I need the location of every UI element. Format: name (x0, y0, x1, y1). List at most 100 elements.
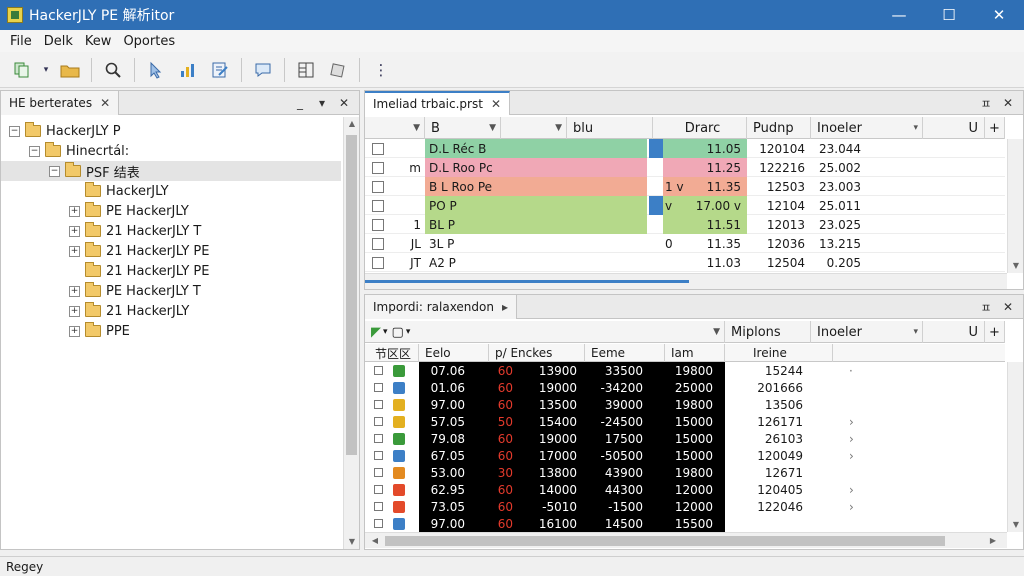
table-row[interactable]: m D.L Roo Pc 11.25 122216 25.002 (365, 158, 1005, 177)
expand-icon[interactable]: + (69, 305, 80, 317)
filter-icon[interactable]: ◤ (371, 325, 381, 340)
edit-icon[interactable] (207, 57, 233, 83)
expand-icon[interactable]: + (69, 205, 80, 217)
collapse-icon[interactable]: − (9, 125, 20, 137)
table-row[interactable]: 53.00 30 13800 43900 19800 12671 (365, 464, 1005, 481)
chevron-down-icon[interactable]: ▾ (406, 327, 411, 337)
row-checkbox[interactable] (373, 485, 383, 494)
column-iam[interactable]: Iam (665, 344, 725, 362)
scroll-thumb[interactable] (385, 536, 945, 546)
tree-node[interactable]: + PE HackerJLY T (1, 281, 341, 301)
scroll-down-icon[interactable]: ▼ (1008, 259, 1024, 273)
row-checkbox[interactable] (372, 237, 384, 250)
column-u[interactable]: U (923, 321, 985, 343)
scroll-thumb[interactable] (346, 135, 357, 455)
table-row[interactable]: 07.06 60 13900 33500 19800 15244 · (365, 362, 1005, 379)
minimize-button[interactable]: — (874, 0, 924, 30)
table-row[interactable]: JL 3L P 0 11.35 12036 13.215 (365, 234, 1005, 253)
bottom-grid-hscrollbar[interactable]: ◀ ▶ (365, 532, 1007, 548)
tree-scrollbar[interactable]: ▲ ▼ (343, 117, 359, 549)
scroll-right-icon[interactable]: ▶ (985, 534, 1001, 548)
row-expand-icon[interactable]: · (849, 362, 861, 379)
row-checkbox[interactable] (372, 256, 384, 269)
menu-view[interactable]: Kew (79, 34, 118, 49)
menu-file[interactable]: File (4, 34, 38, 49)
expand-icon[interactable]: + (69, 325, 80, 337)
collapse-icon[interactable]: − (29, 145, 40, 157)
more-icon[interactable]: ⋮ (368, 57, 394, 83)
column-inoeler[interactable]: Inoeler ▾ (811, 321, 923, 343)
scroll-left-icon[interactable]: ◀ (367, 534, 383, 548)
column-enckes[interactable]: p/ Enckes (489, 344, 585, 362)
menu-options[interactable]: Oportes (117, 34, 181, 49)
column-u[interactable]: U (923, 117, 985, 139)
column-blu[interactable]: blu (567, 117, 653, 139)
row-expand-icon[interactable]: › (849, 413, 861, 430)
row-checkbox[interactable] (372, 180, 384, 193)
close-panel-icon[interactable]: ✕ (333, 96, 355, 110)
chart-icon[interactable] (175, 57, 201, 83)
column-filter[interactable]: ▼ (501, 117, 567, 139)
close-button[interactable]: ✕ (974, 0, 1024, 30)
row-expand-icon[interactable]: › (849, 447, 861, 464)
table-row[interactable]: 57.05 50 15400 -24500 15000 126171 › (365, 413, 1005, 430)
column-eeme[interactable]: Eeme (585, 344, 665, 362)
table-row[interactable]: 1 BL P 11.51 12013 23.025 (365, 215, 1005, 234)
table-row[interactable]: 73.05 60 -5010 -1500 12000 122046 › (365, 498, 1005, 515)
close-icon[interactable]: ✕ (100, 96, 110, 110)
table-row[interactable]: 62.95 60 14000 44300 12000 120405 › (365, 481, 1005, 498)
table-row[interactable]: PO Pv 17.00 v 12104 25.011 (365, 196, 1005, 215)
column-drarc[interactable]: Drarc (653, 117, 747, 139)
column-section[interactable]: 节区区 (369, 344, 419, 362)
tree-node[interactable]: HackerJLY (1, 181, 341, 201)
row-checkbox[interactable] (373, 366, 383, 375)
column-inoeler[interactable]: Inoeler ▾ (811, 117, 923, 139)
row-checkbox[interactable] (373, 434, 383, 443)
row-checkbox[interactable] (373, 417, 383, 426)
tab-structure[interactable]: HE berterates ✕ (1, 90, 120, 115)
row-checkbox[interactable] (372, 142, 384, 155)
table-row[interactable]: 97.00 60 16100 14500 15500 (365, 515, 1005, 532)
filter-toolbar[interactable]: ◤ ▾ ▢ ▾ ▼ (365, 321, 725, 343)
row-expand-icon[interactable] (849, 396, 861, 413)
search-icon[interactable] (100, 57, 126, 83)
pointer-icon[interactable] (143, 57, 169, 83)
column-eelo[interactable]: Eelo (419, 344, 489, 362)
table-row[interactable]: 67.05 60 17000 -50500 15000 120049 › (365, 447, 1005, 464)
bottom-grid-scrollbar[interactable]: ▼ (1007, 362, 1023, 532)
tab-import-table[interactable]: Imeliad trbaic.prst ✕ (365, 90, 510, 115)
expand-icon[interactable]: + (69, 285, 80, 297)
scroll-down-icon[interactable]: ▼ (344, 535, 360, 549)
menu-edit[interactable]: Delk (38, 34, 79, 49)
expand-icon[interactable]: + (69, 245, 80, 257)
table-row[interactable]: JT A2 P 11.03 12504 0.205 (365, 253, 1005, 272)
row-expand-icon[interactable] (849, 464, 861, 481)
tree-node[interactable]: − HackerJLY P (1, 121, 341, 141)
row-checkbox[interactable] (373, 400, 383, 409)
add-column-icon[interactable]: + (985, 117, 1005, 139)
row-checkbox[interactable] (372, 218, 384, 231)
pin-icon[interactable]: ㅍ (975, 299, 997, 316)
tree-node[interactable]: +21 HackerJLY T (1, 221, 341, 241)
column-miplons[interactable]: Miplons (725, 321, 811, 343)
row-expand-icon[interactable]: › (849, 481, 861, 498)
maximize-button[interactable]: ☐ (924, 0, 974, 30)
row-checkbox[interactable] (373, 519, 383, 528)
close-icon[interactable]: ✕ (491, 97, 501, 111)
tree-node[interactable]: + PE HackerJLY (1, 201, 341, 221)
tab-arrow-icon[interactable]: ▸ (502, 300, 508, 314)
tree-node[interactable]: 21 HackerJLY PE (1, 261, 341, 281)
tree-node[interactable]: +21 HackerJLY (1, 301, 341, 321)
tree-node[interactable]: +21 HackerJLY PE (1, 241, 341, 261)
row-checkbox[interactable] (372, 161, 384, 174)
table-row[interactable]: 97.00 60 13500 39000 19800 13506 (365, 396, 1005, 413)
tree-node[interactable]: + PPE (1, 321, 341, 341)
copy-icon[interactable]: ▢ (392, 325, 404, 340)
expand-icon[interactable]: + (69, 225, 80, 237)
chevron-down-icon[interactable]: ▾ (41, 57, 51, 83)
scroll-down-icon[interactable]: ▼ (1008, 518, 1024, 532)
top-grid-scrollbar[interactable]: ▼ (1007, 139, 1023, 273)
row-checkbox[interactable] (373, 468, 383, 477)
chevron-down-icon[interactable]: ▾ (383, 327, 388, 337)
column-pudnp[interactable]: Pudnp (747, 117, 811, 139)
